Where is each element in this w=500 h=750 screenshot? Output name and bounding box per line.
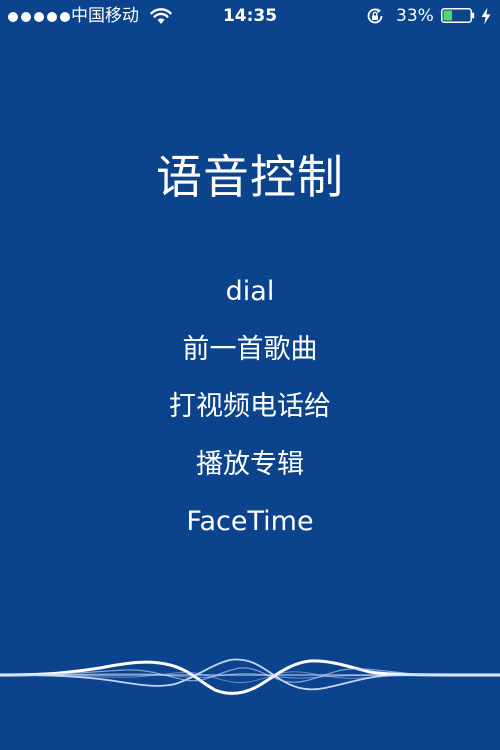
- command-item: 打视频电话给: [169, 391, 331, 422]
- page-title: 语音控制: [156, 150, 344, 204]
- command-item: FaceTime: [186, 506, 314, 537]
- battery-icon: [441, 8, 475, 23]
- command-item: dial: [225, 276, 275, 307]
- rotation-lock-icon: [367, 8, 383, 24]
- voice-waveform[interactable]: [0, 640, 500, 720]
- charging-bolt-icon: [481, 7, 491, 25]
- voice-command-list: dial 前一首歌曲 打视频电话给 播放专辑 FaceTime: [0, 270, 500, 558]
- command-item: 前一首歌曲: [182, 333, 318, 365]
- status-bar: 中国移动 14:35 33%: [0, 0, 500, 34]
- command-item: 播放专辑: [196, 448, 304, 480]
- battery-percentage: 33%: [396, 6, 434, 26]
